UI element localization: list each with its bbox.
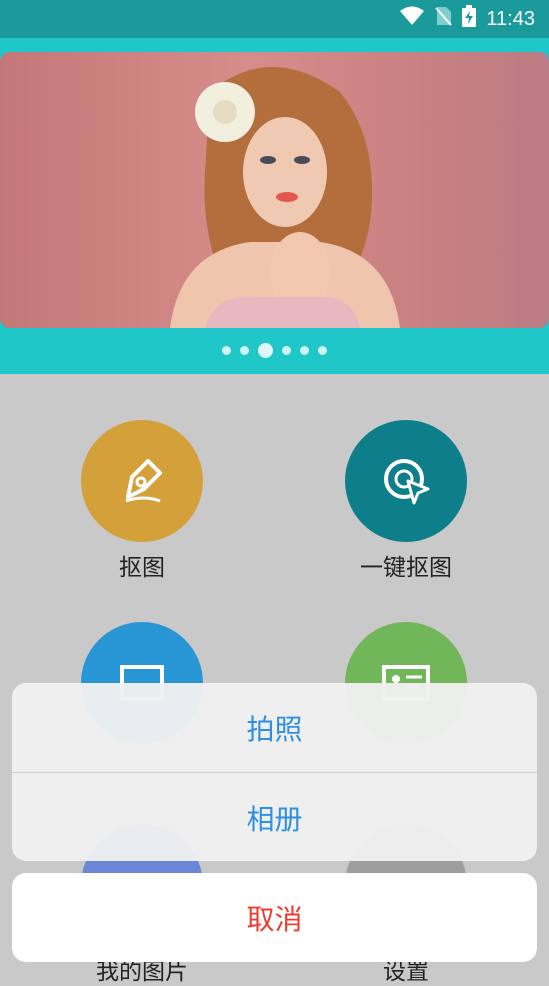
cursor-target-icon (345, 420, 467, 542)
carousel-dot[interactable] (222, 346, 231, 355)
action-sheet: 拍照 相册 (12, 683, 537, 861)
carousel-dot[interactable] (318, 346, 327, 355)
banner-carousel[interactable] (0, 38, 549, 374)
status-time: 11:43 (486, 7, 535, 30)
portrait-illustration (170, 67, 400, 328)
feature-cutout[interactable]: 抠图 (42, 420, 242, 582)
carousel-dot[interactable] (240, 346, 249, 355)
feature-one-click-cutout[interactable]: 一键抠图 (306, 420, 506, 582)
carousel-dot[interactable] (300, 346, 309, 355)
pen-icon (81, 420, 203, 542)
carousel-dots (0, 343, 549, 358)
battery-charging-icon (462, 5, 477, 33)
no-sim-icon (434, 6, 453, 32)
cancel-button[interactable]: 取消 (12, 873, 537, 962)
take-photo-option[interactable]: 拍照 (12, 683, 537, 772)
feature-label: 抠图 (119, 555, 165, 581)
banner-image[interactable] (0, 52, 549, 328)
carousel-dot-active[interactable] (258, 343, 273, 358)
status-bar: 11:43 (0, 0, 549, 38)
feature-label: 一键抠图 (360, 555, 452, 581)
wifi-icon (400, 6, 425, 32)
carousel-dot[interactable] (282, 346, 291, 355)
album-option[interactable]: 相册 (12, 773, 537, 861)
